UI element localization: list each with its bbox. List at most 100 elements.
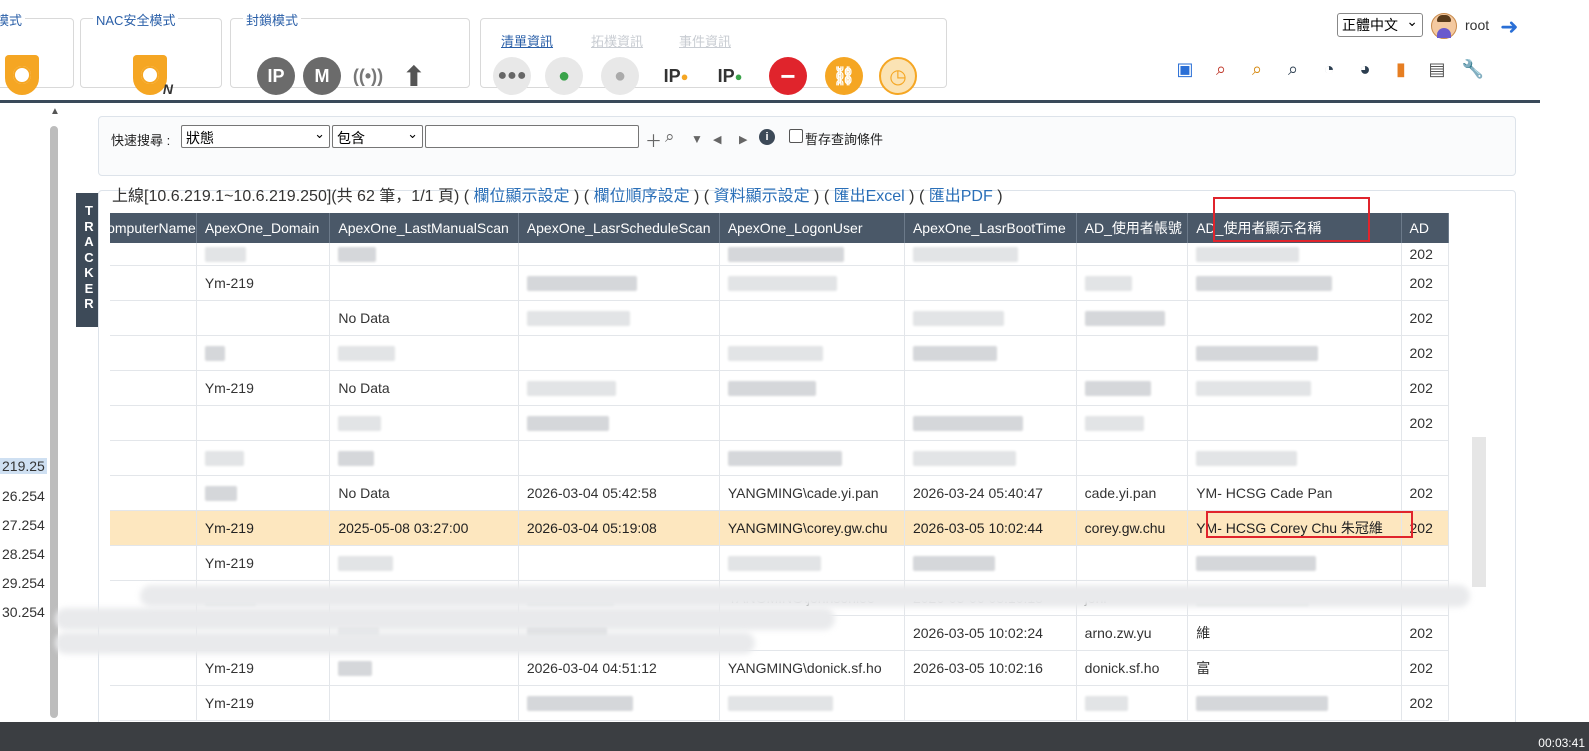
wireless-icon[interactable]: ((•)) — [349, 57, 387, 95]
table-cell — [329, 545, 519, 581]
column-header[interactable]: ApexOne_LogonUser — [719, 213, 905, 243]
ip-approved-icon[interactable]: IP ● — [711, 57, 749, 95]
table-row[interactable]: Ym-219 202 — [110, 685, 1450, 721]
sidebar-item-230[interactable]: 30.254 — [0, 604, 47, 620]
tab-list-info[interactable]: 清單資訊 — [501, 31, 553, 50]
sidebar-item-228[interactable]: 28.254 — [0, 546, 47, 562]
add-condition-icon[interactable]: ＋ — [645, 127, 662, 152]
export-pdf-link[interactable]: 匯出PDF — [929, 188, 993, 205]
redacted-text — [1196, 276, 1333, 292]
column-header[interactable]: AD_使用者帳號 — [1076, 213, 1189, 243]
table-cell: 202 — [1401, 335, 1450, 371]
table-row[interactable]: 202 — [110, 335, 1450, 371]
speedometer-icon[interactable]: ◕ — [1352, 56, 1378, 82]
search-magnifier-icon[interactable]: ⌕ — [1244, 56, 1270, 82]
link-icon[interactable]: ⛓ — [825, 57, 863, 95]
upload-arrow-icon[interactable]: ⬆ — [395, 57, 433, 95]
table-cell: YANGMING\donick.sf.ho — [719, 650, 905, 686]
search-field-select[interactable]: 狀態 ⌄ — [181, 125, 330, 148]
table-row[interactable]: Ym-219 No Data 202 — [110, 370, 1450, 406]
language-select[interactable]: 正體中文 — [1337, 10, 1423, 37]
redacted-text — [526, 381, 616, 397]
table-cell: 202 — [1401, 615, 1450, 651]
gauge-icon[interactable]: ◔ — [1316, 56, 1342, 82]
offline-user-icon[interactable]: ● — [601, 57, 639, 95]
table-cell: 202 — [1401, 370, 1450, 406]
dropdown-icon[interactable]: ▼ — [691, 132, 703, 146]
redacted-text — [338, 451, 375, 467]
table-cell — [1401, 440, 1450, 476]
nac-shield-icon[interactable]: N — [133, 55, 173, 97]
redacted-text — [912, 556, 995, 572]
shield-globe-icon[interactable] — [5, 55, 39, 95]
group-users-icon[interactable]: ●●● — [493, 57, 531, 95]
table-cell: cade.yi.pan — [1076, 475, 1189, 511]
column-header[interactable]: ApexOne_Domain — [196, 213, 331, 243]
search-icon[interactable]: ⌕ — [665, 127, 675, 147]
table-row[interactable]: 202 — [110, 405, 1450, 441]
table-cell — [518, 440, 720, 476]
taskbar — [0, 722, 1589, 751]
column-header[interactable]: ComputerName — [110, 213, 197, 243]
table-row[interactable]: Ym-219No Data2026-03-04 05:15:39YANGMING… — [110, 720, 1450, 721]
column-header[interactable]: ApexOne_LastManualScan — [329, 213, 519, 243]
sidebar-item-219[interactable]: 219.25 — [0, 458, 47, 474]
table-cell — [110, 475, 197, 511]
table-cell: 202 — [1401, 720, 1450, 721]
data-display-settings-link[interactable]: 資料顯示設定 — [714, 188, 810, 205]
online-user-icon[interactable]: ● — [545, 57, 583, 95]
user-avatar-icon[interactable] — [1431, 13, 1457, 39]
table-cell — [1187, 300, 1402, 336]
column-header[interactable]: AD — [1401, 213, 1450, 243]
table-row[interactable]: No Data 2026-03-04 05:42:58 YANGMING\cade.… — [110, 475, 1450, 511]
table-row[interactable]: No Data 202 — [110, 300, 1450, 336]
tab-topology-info[interactable]: 拓樸資訊 — [591, 31, 643, 50]
table-scrollbar[interactable] — [1472, 437, 1486, 587]
search-value-input[interactable] — [425, 125, 639, 148]
table-row[interactable]: Ym-219 2026-03-04 04:51:12 YANGMING\donick… — [110, 650, 1450, 686]
table-cell — [719, 685, 905, 721]
table-cell — [1187, 545, 1402, 581]
prev-icon[interactable]: ◀ — [713, 133, 721, 146]
report-icon[interactable]: ▣ — [1172, 56, 1198, 82]
sidebar-item-227[interactable]: 27.254 — [0, 517, 47, 533]
table-cell: 2026-03-05 10:02:44 — [904, 510, 1077, 546]
table-row[interactable]: Ym-219 — [110, 545, 1450, 581]
table-row[interactable]: 202 — [110, 243, 1450, 266]
window-icon[interactable]: ▤ — [1424, 56, 1450, 82]
scroll-up-icon[interactable]: ▲ — [50, 106, 60, 117]
wrench-icon[interactable]: 🔧 — [1460, 56, 1486, 82]
table-cell — [719, 243, 905, 266]
info-icon[interactable]: i — [759, 129, 775, 145]
sidebar-item-226[interactable]: 26.254 — [0, 488, 47, 504]
redacted-text — [1196, 556, 1317, 572]
screen-search-icon[interactable]: ⌕ — [1280, 56, 1306, 82]
sidebar-item-229[interactable]: 29.254 — [0, 575, 47, 591]
column-header[interactable]: ApexOne_LasrBootTime — [904, 213, 1077, 243]
logout-icon[interactable]: ➜ — [1500, 14, 1518, 40]
bar-chart-icon[interactable]: ▮ — [1388, 56, 1414, 82]
export-excel-link[interactable]: 匯出Excel — [834, 188, 905, 205]
table-cell — [518, 300, 720, 336]
scan-search-icon[interactable]: ⌕ — [1208, 56, 1234, 82]
blocked-icon[interactable]: − — [769, 57, 807, 95]
save-query-checkbox[interactable] — [789, 129, 803, 143]
table-cell — [1187, 335, 1402, 371]
redacted-text — [1084, 696, 1128, 712]
column-display-settings-link[interactable]: 欄位顯示設定 — [474, 188, 570, 205]
ip-warning-icon[interactable]: IP ● — [657, 57, 695, 95]
mac-block-icon[interactable]: M — [303, 57, 341, 95]
table-cell: Ym-219 — [196, 545, 331, 581]
search-operator-select[interactable]: 包含 ⌄ — [332, 125, 423, 148]
redacted-text — [727, 247, 844, 263]
redacted-text — [1196, 381, 1312, 397]
column-header[interactable]: ApexOne_LasrScheduleScan — [518, 213, 720, 243]
tab-event-info[interactable]: 事件資訊 — [679, 31, 731, 50]
column-order-settings-link[interactable]: 欄位順序設定 — [594, 188, 690, 205]
table-row[interactable]: Ym-219 202 — [110, 265, 1450, 301]
table-row[interactable] — [110, 440, 1450, 476]
next-icon[interactable]: ▶ — [739, 133, 747, 146]
sidebar-scroll-thumb[interactable] — [50, 126, 58, 718]
ip-block-icon[interactable]: IP — [257, 57, 295, 95]
clock-icon[interactable]: ◷ — [879, 57, 917, 95]
